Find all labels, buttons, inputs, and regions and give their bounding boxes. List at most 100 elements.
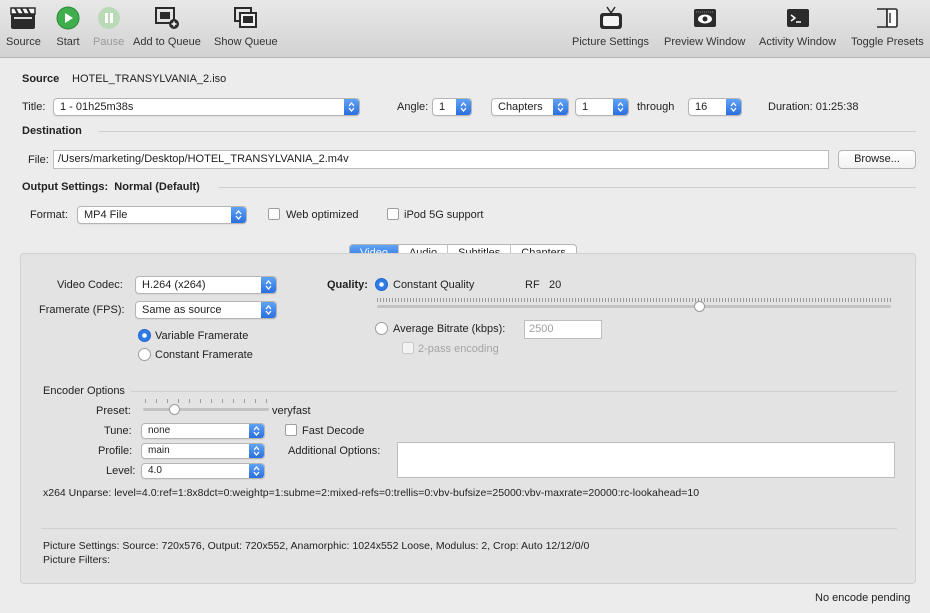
play-icon xyxy=(54,4,82,32)
profile-label: Profile: xyxy=(98,445,133,457)
quality-slider-ticks xyxy=(377,298,891,302)
bitrate-field[interactable]: 2500 xyxy=(524,320,602,339)
toolbar: Source Start Pause Add to Queue Show Que… xyxy=(0,0,930,58)
title-select[interactable]: 1 - 01h25m38s xyxy=(53,98,360,116)
quality-slider[interactable] xyxy=(377,305,891,308)
updown-arrow-icon xyxy=(553,99,568,115)
eye-preview-icon xyxy=(691,4,719,32)
clapperboard-icon xyxy=(9,4,37,32)
preset-value: veryfast xyxy=(272,405,311,417)
main-window: Source HOTEL_TRANSYLVANIA_2.iso Title: 1… xyxy=(0,59,930,613)
encode-status: No encode pending xyxy=(815,592,911,604)
duration-value: 01:25:38 xyxy=(815,101,859,113)
constant-framerate-radio[interactable] xyxy=(138,348,151,361)
angle-select[interactable]: 1 xyxy=(432,98,472,116)
encoder-options-heading: Encoder Options xyxy=(43,385,125,397)
toggle-presets-button[interactable]: Toggle Presets xyxy=(851,4,924,48)
preset-label: Preset: xyxy=(96,405,131,417)
updown-arrow-icon xyxy=(249,444,264,458)
profile-select[interactable]: main xyxy=(141,443,265,459)
updown-arrow-icon xyxy=(261,302,276,318)
picture-filters-summary: Picture Filters: xyxy=(43,554,111,566)
destination-heading: Destination xyxy=(22,125,82,137)
ipod-support-label: iPod 5G support xyxy=(404,209,484,221)
pause-button[interactable]: Pause xyxy=(93,4,124,48)
title-label: Title: xyxy=(22,101,46,113)
picture-settings-summary: Picture Settings: Source: 720x576, Outpu… xyxy=(43,540,590,552)
updown-arrow-icon xyxy=(456,99,471,115)
source-button[interactable]: Source xyxy=(6,4,41,48)
through-label: through xyxy=(637,101,675,113)
two-pass-checkbox[interactable] xyxy=(402,342,414,354)
two-pass-label: 2-pass encoding xyxy=(418,343,499,355)
terminal-icon xyxy=(784,4,812,32)
add-to-queue-button[interactable]: Add to Queue xyxy=(133,4,201,48)
encoder-divider xyxy=(131,391,897,392)
angle-label: Angle: xyxy=(397,101,429,113)
preview-window-button[interactable]: Preview Window xyxy=(664,4,745,48)
add-to-queue-icon xyxy=(153,4,181,32)
constant-quality-radio[interactable] xyxy=(375,278,388,291)
ipod-support-checkbox[interactable] xyxy=(387,208,399,220)
quality-slider-knob[interactable] xyxy=(694,301,705,312)
picture-settings-button[interactable]: Picture Settings xyxy=(572,4,649,48)
average-bitrate-radio[interactable] xyxy=(375,322,388,335)
variable-framerate-label: Variable Framerate xyxy=(155,330,249,342)
tune-label: Tune: xyxy=(104,425,132,437)
preset-slider-knob[interactable] xyxy=(169,404,180,415)
fast-decode-checkbox[interactable] xyxy=(285,424,297,436)
quality-label: Quality: xyxy=(327,279,368,291)
source-heading: Source xyxy=(22,73,60,85)
framerate-label: Framerate (FPS): xyxy=(39,304,125,316)
video-codec-label: Video Codec: xyxy=(57,279,123,291)
output-settings-heading: Output Settings: Normal (Default) xyxy=(22,181,200,193)
x264-unparse-text: x264 Unparse: level=4.0:ref=1:8x8dct=0:w… xyxy=(43,487,700,499)
level-label: Level: xyxy=(106,465,136,477)
output-divider xyxy=(218,187,916,188)
tv-icon xyxy=(597,4,625,32)
rf-value: 20 xyxy=(549,279,562,291)
updown-arrow-icon xyxy=(613,99,628,115)
updown-arrow-icon xyxy=(231,207,246,223)
duration-label: Duration: 01:25:38 xyxy=(768,101,859,113)
video-panel: Video Codec: H.264 (x264) Framerate (FPS… xyxy=(20,253,916,584)
additional-options-field[interactable] xyxy=(397,442,895,478)
browse-button[interactable]: Browse... xyxy=(838,150,916,169)
preset-slider-ticks xyxy=(145,399,267,403)
drawer-icon xyxy=(873,4,901,32)
file-path-field[interactable]: /Users/marketing/Desktop/HOTEL_TRANSYLVA… xyxy=(53,150,829,169)
updown-arrow-icon xyxy=(726,99,741,115)
preset-slider[interactable] xyxy=(143,408,269,411)
range-mode-select[interactable]: Chapters xyxy=(491,98,569,116)
range-end-select[interactable]: 16 xyxy=(688,98,742,116)
additional-options-label: Additional Options: xyxy=(288,445,381,457)
file-label: File: xyxy=(28,154,49,166)
source-name: HOTEL_TRANSYLVANIA_2.iso xyxy=(72,73,227,85)
updown-arrow-icon xyxy=(249,424,264,438)
pause-icon xyxy=(95,4,123,32)
updown-arrow-icon xyxy=(249,464,264,478)
updown-arrow-icon xyxy=(261,277,276,293)
constant-quality-label: Constant Quality xyxy=(393,279,475,291)
average-bitrate-label: Average Bitrate (kbps): xyxy=(393,323,506,335)
web-optimized-label: Web optimized xyxy=(286,209,359,221)
level-select[interactable]: 4.0 xyxy=(141,463,265,479)
variable-framerate-radio[interactable] xyxy=(138,329,151,342)
updown-arrow-icon xyxy=(344,99,359,115)
web-optimized-checkbox[interactable] xyxy=(268,208,280,220)
range-start-select[interactable]: 1 xyxy=(575,98,629,116)
constant-framerate-label: Constant Framerate xyxy=(155,349,253,361)
queue-stack-icon xyxy=(232,4,260,32)
format-select[interactable]: MP4 File xyxy=(77,206,247,224)
picture-divider xyxy=(41,528,897,529)
framerate-select[interactable]: Same as source xyxy=(135,301,277,319)
output-preset-name: Normal (Default) xyxy=(114,181,200,193)
fast-decode-label: Fast Decode xyxy=(302,425,365,437)
tune-select[interactable]: none xyxy=(141,423,265,439)
video-codec-select[interactable]: H.264 (x264) xyxy=(135,276,277,294)
activity-window-button[interactable]: Activity Window xyxy=(759,4,836,48)
destination-divider xyxy=(98,131,916,132)
rf-label: RF xyxy=(525,279,540,291)
start-button[interactable]: Start xyxy=(54,4,82,48)
show-queue-button[interactable]: Show Queue xyxy=(214,4,278,48)
